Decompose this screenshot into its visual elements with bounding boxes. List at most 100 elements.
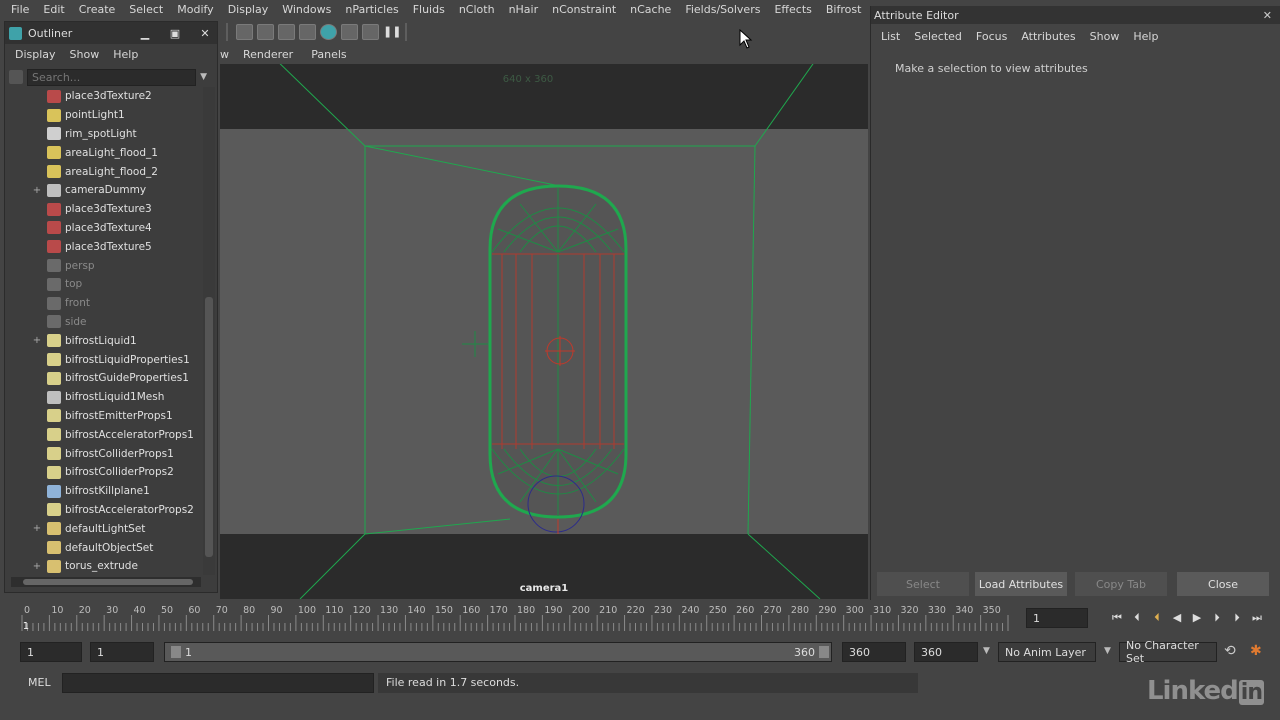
render-settings-icon[interactable]	[299, 23, 316, 40]
time-slider[interactable]: 0 10 20 30 40 50 60 70 80 90 100 110 120 130 140 150 160…	[8, 603, 1018, 632]
expand-icon[interactable]: +	[31, 523, 43, 534]
outliner-item[interactable]: front	[9, 294, 199, 313]
menu-bifrost[interactable]: Bifrost	[819, 3, 869, 16]
step-back-frame-icon[interactable]: ⏴	[1150, 611, 1164, 625]
outliner-menu-display[interactable]: Display	[15, 48, 56, 61]
outliner-item[interactable]: bifrostColliderProps1	[9, 444, 199, 463]
play-backward-icon[interactable]: ◀	[1170, 611, 1184, 625]
character-set-dropdown-icon[interactable]: ▼	[1104, 646, 1111, 656]
outliner-item[interactable]: place3dTexture4	[9, 219, 199, 238]
menu-file[interactable]: File	[4, 3, 36, 16]
scrollbar-thumb[interactable]	[23, 579, 193, 585]
load-attributes-button[interactable]: Load Attributes	[975, 572, 1067, 596]
outliner-item[interactable]: rim_spotLight	[9, 125, 199, 144]
maximize-button[interactable]: ▣	[163, 25, 187, 41]
close-button[interactable]: Close	[1177, 572, 1269, 596]
outliner-item[interactable]: bifrostKillplane1	[9, 482, 199, 501]
animation-end-field[interactable]: 360	[914, 642, 978, 662]
outliner-item[interactable]: bifrostGuideProperties1	[9, 369, 199, 388]
expand-icon[interactable]: +	[31, 185, 43, 196]
step-back-key-icon[interactable]: ⏴	[1130, 611, 1144, 625]
outliner-item[interactable]: bifrostColliderProps2	[9, 463, 199, 482]
anim-layer-selector[interactable]: No Anim Layer	[998, 642, 1096, 662]
outliner-item[interactable]: pointLight1	[9, 106, 199, 125]
outliner-menu-help[interactable]: Help	[113, 48, 138, 61]
menu-nhair[interactable]: nHair	[502, 3, 546, 16]
playback-start-field[interactable]: 1	[90, 642, 154, 662]
attr-menu-show[interactable]: Show	[1090, 30, 1120, 43]
range-slider[interactable]: 1 360	[164, 642, 832, 662]
outliner-horizontal-scrollbar[interactable]	[11, 577, 201, 587]
character-set-selector[interactable]: No Character Set	[1119, 639, 1217, 665]
menu-nconstraint[interactable]: nConstraint	[545, 3, 623, 16]
menu-edit[interactable]: Edit	[36, 3, 71, 16]
expand-icon[interactable]: +	[31, 335, 43, 346]
menu-select[interactable]: Select	[122, 3, 170, 16]
outliner-menu-show[interactable]: Show	[70, 48, 100, 61]
step-forward-frame-icon[interactable]: ⏵	[1210, 611, 1224, 625]
attr-menu-list[interactable]: List	[881, 30, 900, 43]
menu-ncache[interactable]: nCache	[623, 3, 678, 16]
copy-tab-button[interactable]: Copy Tab	[1075, 572, 1167, 596]
range-slider-start-handle[interactable]	[171, 646, 181, 658]
outliner-item[interactable]: side	[9, 313, 199, 332]
command-input[interactable]	[62, 673, 374, 693]
play-forward-icon[interactable]: ▶	[1190, 611, 1204, 625]
bake-icon[interactable]	[362, 23, 379, 40]
attr-menu-help[interactable]: Help	[1133, 30, 1158, 43]
search-input[interactable]	[27, 68, 197, 86]
attr-menu-focus[interactable]: Focus	[976, 30, 1007, 43]
close-icon[interactable]: ✕	[1263, 9, 1272, 22]
menu-create[interactable]: Create	[72, 3, 123, 16]
menu-display[interactable]: Display	[221, 3, 276, 16]
render-frame-icon[interactable]	[257, 23, 274, 40]
attr-menu-attributes[interactable]: Attributes	[1021, 30, 1075, 43]
render-view-icon[interactable]	[236, 23, 253, 40]
menu-effects[interactable]: Effects	[767, 3, 818, 16]
outliner-item[interactable]: defaultObjectSet	[9, 538, 199, 557]
minimize-button[interactable]: ▁	[133, 25, 157, 41]
current-frame-field[interactable]: 1	[1026, 608, 1088, 628]
render-setup-icon[interactable]	[341, 23, 358, 40]
auto-key-icon[interactable]: ⟲	[1224, 643, 1236, 659]
animation-start-field[interactable]: 1	[20, 642, 82, 662]
menu-windows[interactable]: Windows	[275, 3, 338, 16]
scrollbar-thumb[interactable]	[205, 297, 213, 557]
close-button[interactable]: ✕	[193, 25, 217, 41]
go-to-start-icon[interactable]: ⏮	[1110, 611, 1124, 625]
anim-layer-dropdown-icon[interactable]: ▼	[983, 646, 990, 656]
outliner-item[interactable]: place3dTexture2	[9, 87, 199, 106]
preferences-icon[interactable]: ✱	[1250, 643, 1262, 659]
menu-fluids[interactable]: Fluids	[406, 3, 452, 16]
outliner-item[interactable]: bifrostEmitterProps1	[9, 407, 199, 426]
hypershade-icon[interactable]	[320, 23, 337, 40]
attr-menu-selected[interactable]: Selected	[914, 30, 962, 43]
outliner-item[interactable]: + torus_extrude	[9, 557, 199, 576]
viewport-menu-item[interactable]: w	[220, 48, 229, 61]
script-language-label[interactable]: MEL	[28, 676, 51, 689]
outliner-item[interactable]: areaLight_flood_1	[9, 143, 199, 162]
outliner-item[interactable]: top	[9, 275, 199, 294]
viewport-3d[interactable]: 640 x 360 camera1	[220, 64, 868, 599]
outliner-item[interactable]: bifrostLiquidProperties1	[9, 350, 199, 369]
outliner-item[interactable]: + cameraDummy	[9, 181, 199, 200]
outliner-item[interactable]: bifrostAcceleratorProps2	[9, 501, 199, 520]
menu-fields-solvers[interactable]: Fields/Solvers	[678, 3, 767, 16]
expand-icon[interactable]: +	[31, 561, 43, 572]
range-slider-end-handle[interactable]	[819, 646, 829, 658]
outliner-item[interactable]: persp	[9, 256, 199, 275]
filter-icon[interactable]	[9, 70, 23, 84]
outliner-item[interactable]: place3dTexture5	[9, 237, 199, 256]
outliner-item[interactable]: + defaultLightSet	[9, 519, 199, 538]
outliner-item[interactable]: areaLight_flood_2	[9, 162, 199, 181]
viewport-menu-panels[interactable]: Panels	[311, 48, 346, 61]
playback-end-field[interactable]: 360	[842, 642, 906, 662]
menu-ncloth[interactable]: nCloth	[452, 3, 502, 16]
select-button[interactable]: Select	[877, 572, 969, 596]
outliner-item[interactable]: bifrostAcceleratorProps1	[9, 425, 199, 444]
ipr-render-icon[interactable]	[278, 23, 295, 40]
go-to-end-icon[interactable]: ⏭	[1250, 611, 1264, 625]
viewport-menu-renderer[interactable]: Renderer	[243, 48, 293, 61]
search-dropdown-icon[interactable]: ▼	[200, 72, 207, 82]
outliner-item[interactable]: place3dTexture3	[9, 200, 199, 219]
